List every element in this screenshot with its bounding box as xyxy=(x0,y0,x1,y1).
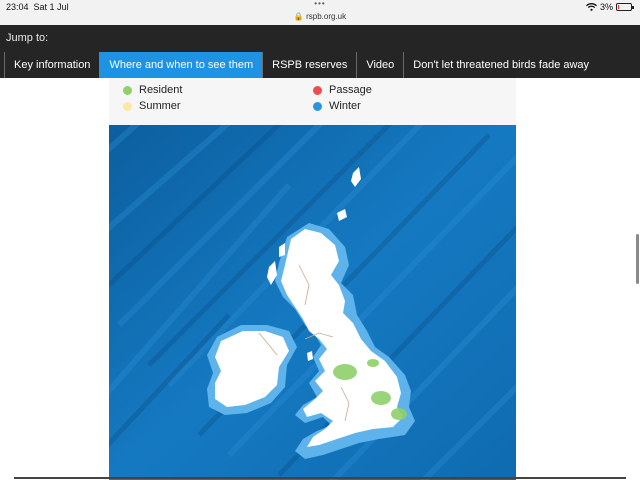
legend-label: Passage xyxy=(329,84,372,96)
legend-item-passage: Passage xyxy=(313,84,372,96)
legend-item-resident: Resident xyxy=(123,84,182,96)
battery-icon xyxy=(616,3,634,11)
address-bar[interactable]: 🔒 rspb.org.uk xyxy=(0,12,640,21)
battery-percent: 3% xyxy=(599,2,613,12)
status-time: 23:04 Sat 1 Jul xyxy=(6,2,69,12)
jump-to-nav: Jump to: Key information Where and when … xyxy=(0,25,640,78)
home-indicator-line xyxy=(14,477,626,479)
legend-dot-resident xyxy=(123,85,132,95)
jump-to-label: Jump to: xyxy=(6,32,49,44)
status-bar: 23:04 Sat 1 Jul ••• 🔒 rspb.org.uk 3% xyxy=(0,0,640,25)
distribution-map xyxy=(109,125,516,480)
tab-rspb-reserves[interactable]: RSPB reserves xyxy=(262,52,356,78)
scrollbar[interactable] xyxy=(636,234,639,284)
date: Sat 1 Jul xyxy=(33,2,69,12)
tab-bar: Key information Where and when to see th… xyxy=(4,52,598,78)
clock: 23:04 xyxy=(6,2,29,12)
legend-item-summer: Summer xyxy=(123,100,181,112)
legend-label: Winter xyxy=(329,100,361,112)
tab-threatened-birds[interactable]: Don't let threatened birds fade away xyxy=(403,52,598,78)
lock-icon: 🔒 xyxy=(293,12,304,21)
url-text: rspb.org.uk xyxy=(306,12,347,21)
tab-key-information[interactable]: Key information xyxy=(4,52,99,78)
battery-level xyxy=(618,5,619,9)
legend-dot-summer xyxy=(123,101,132,111)
status-indicators: 3% xyxy=(586,2,634,12)
map-legend: Resident Passage Summer Winter xyxy=(109,78,516,125)
legend-label: Resident xyxy=(139,84,183,96)
legend-dot-passage xyxy=(313,85,322,95)
tab-where-and-when[interactable]: Where and when to see them xyxy=(99,52,263,78)
wifi-icon xyxy=(586,3,597,11)
distribution-panel: Resident Passage Summer Winter xyxy=(109,78,516,480)
legend-label: Summer xyxy=(139,100,181,112)
tab-video[interactable]: Video xyxy=(356,52,403,78)
more-dots-icon[interactable]: ••• xyxy=(312,0,328,8)
legend-item-winter: Winter xyxy=(313,100,361,112)
legend-dot-winter xyxy=(313,101,322,111)
